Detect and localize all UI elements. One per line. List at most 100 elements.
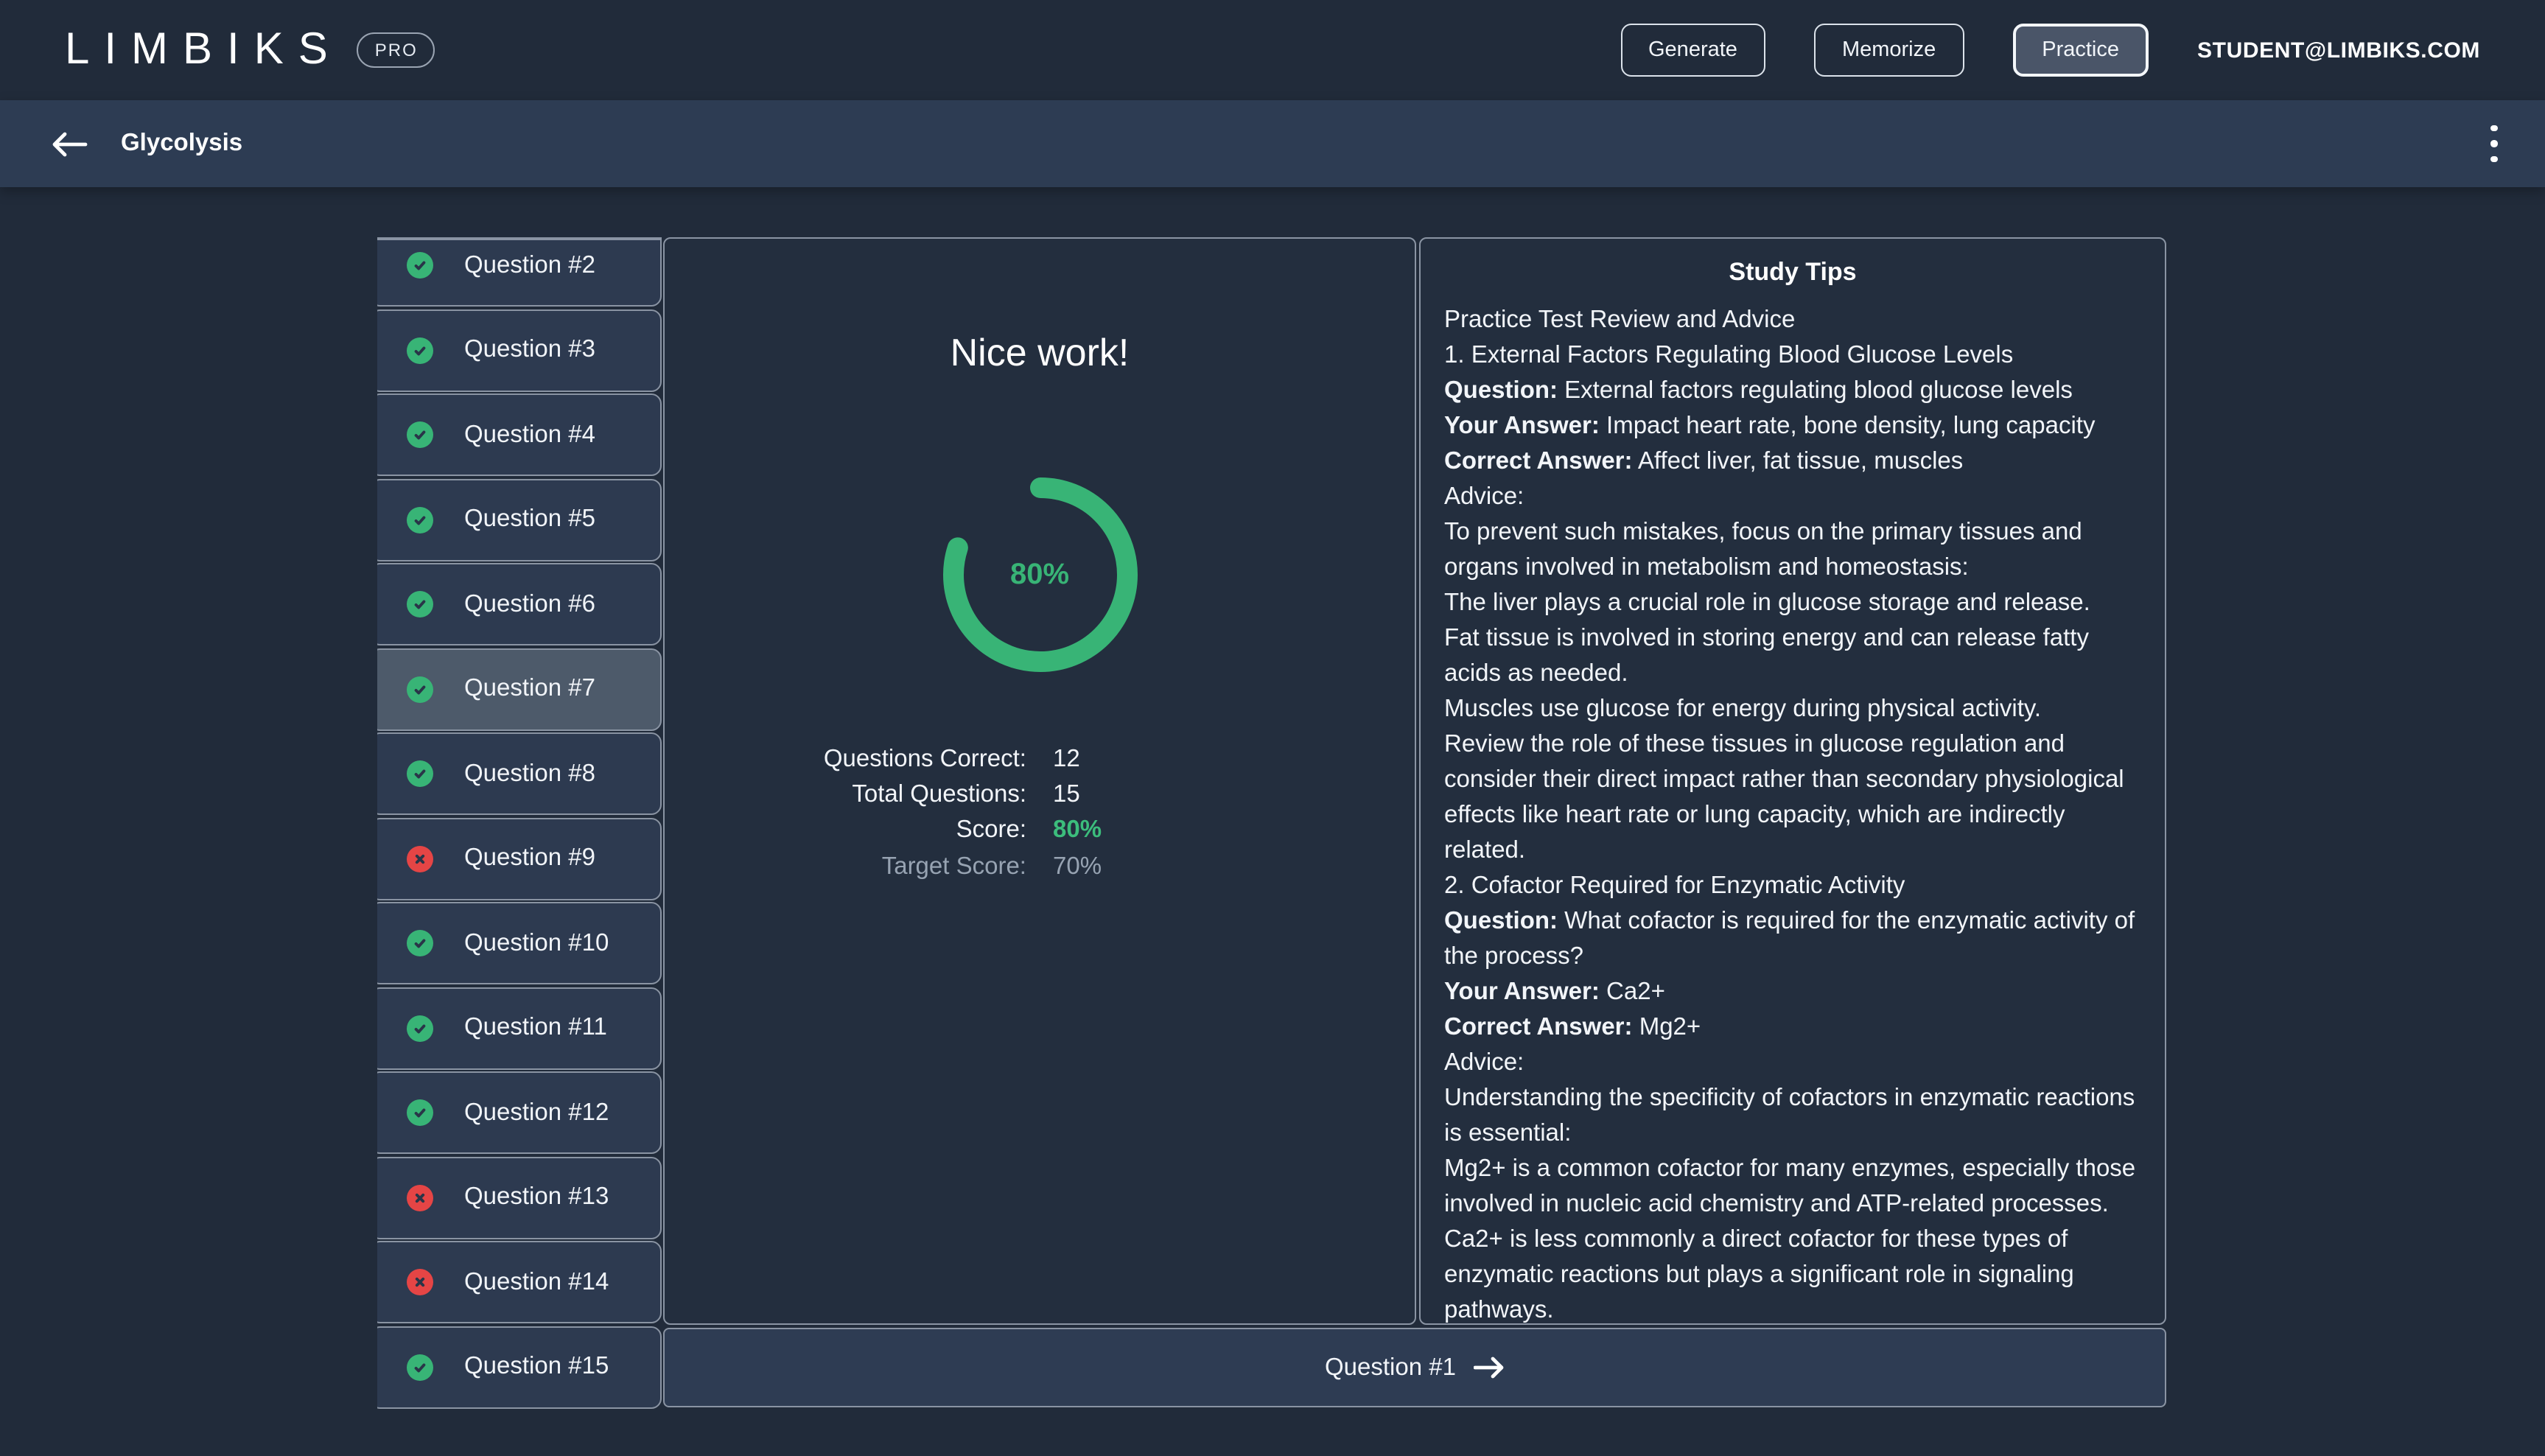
top-bar: LIMBIKS PRO Generate Memorize Practice STU… <box>0 0 2545 100</box>
question-label: Question #5 <box>464 505 595 533</box>
back-button[interactable] <box>44 123 94 164</box>
generate-button[interactable]: Generate <box>1620 24 1765 77</box>
stat-value: 70% <box>1040 848 1415 883</box>
question-label: Question #9 <box>464 844 595 872</box>
stat-label: Score: <box>665 813 1040 848</box>
top-actions: Generate Memorize Practice STUDENT@LIMBIKS… <box>1620 24 2480 77</box>
stat-row: Target Score: 70% <box>665 848 1415 883</box>
study-tip-line: Correct Answer: Mg2+ <box>1444 1009 2143 1045</box>
study-tip-line: Your Answer: Impact heart rate, bone den… <box>1444 408 2143 444</box>
next-question-label: Question #1 <box>1325 1354 1456 1382</box>
question-list-item[interactable]: Question #8 <box>377 732 662 815</box>
question-list-inner: Question #2 Question #3 Question #4 Ques… <box>377 237 662 1408</box>
question-list-item[interactable]: Question #14 <box>377 1241 662 1323</box>
question-list-item[interactable]: Question #12 <box>377 1071 662 1154</box>
study-tip-line: 1. External Factors Regulating Blood Glu… <box>1444 337 2143 373</box>
question-label: Question #3 <box>464 336 595 364</box>
user-email[interactable]: STUDENT@LIMBIKS.COM <box>2197 38 2480 63</box>
check-icon <box>407 506 433 533</box>
question-list: Question #2 Question #3 Question #4 Ques… <box>377 237 662 1410</box>
stat-value: 80% <box>1040 813 1415 848</box>
study-tip-line: Advice: <box>1444 1045 2143 1080</box>
check-icon <box>407 1354 433 1380</box>
app: LIMBIKS PRO Generate Memorize Practice STU… <box>0 0 2545 1456</box>
results-panel: Nice work! 80% Questions Correct: 12 Tot… <box>663 237 1416 1325</box>
check-icon <box>407 1015 433 1041</box>
stat-value: 15 <box>1040 777 1415 812</box>
x-icon <box>407 845 433 872</box>
study-tip-line: To prevent such mistakes, focus on the p… <box>1444 514 2143 585</box>
app-logo: LIMBIKS <box>65 25 343 75</box>
study-tip-line: Mg2+ is a common cofactor for many enzym… <box>1444 1151 2143 1222</box>
study-tips-title: Study Tips <box>1421 258 2165 287</box>
stat-label: Questions Correct: <box>665 741 1040 777</box>
study-tip-line: Your Answer: Ca2+ <box>1444 974 2143 1009</box>
kebab-menu-button[interactable] <box>2482 116 2507 172</box>
kebab-vertical-icon <box>2491 125 2498 131</box>
study-tips-panel: Study Tips Practice Test Review and Advi… <box>1419 237 2166 1325</box>
check-icon <box>407 421 433 448</box>
check-icon <box>407 591 433 617</box>
check-icon <box>407 337 433 363</box>
score-stats: Questions Correct: 12 Total Questions: 1… <box>665 741 1415 884</box>
question-list-item[interactable]: Question #10 <box>377 902 662 984</box>
stat-label: Total Questions: <box>665 777 1040 812</box>
question-list-item[interactable]: Question #13 <box>377 1156 662 1239</box>
question-list-item[interactable]: Question #6 <box>377 563 662 645</box>
question-label: Question #10 <box>464 929 609 957</box>
pro-badge: PRO <box>357 32 435 68</box>
study-tip-line: Review the role of these tissues in gluc… <box>1444 727 2143 868</box>
study-tip-line: Understanding the specificity of cofacto… <box>1444 1080 2143 1151</box>
question-label: Question #11 <box>464 1014 607 1042</box>
x-icon <box>407 1184 433 1211</box>
study-tip-line: The liver plays a crucial role in glucos… <box>1444 585 2143 620</box>
deck-title: Glycolysis <box>121 130 242 158</box>
question-list-item[interactable]: Question #11 <box>377 987 662 1069</box>
score-donut-label: 80% <box>929 464 1150 685</box>
question-label: Question #13 <box>464 1183 609 1211</box>
stat-value: 12 <box>1040 741 1415 777</box>
check-icon <box>407 760 433 787</box>
question-list-item[interactable]: Question #2 <box>377 237 662 307</box>
study-tip-line: Advice: <box>1444 479 2143 514</box>
check-icon <box>407 676 433 702</box>
top-nav-buttons: Generate Memorize Practice <box>1620 24 2149 77</box>
arrow-left-icon <box>50 129 88 158</box>
question-list-item[interactable]: Question #7 <box>377 648 662 730</box>
stat-row: Total Questions: 15 <box>665 777 1415 812</box>
question-label: Question #6 <box>464 590 595 618</box>
study-tip-line: Muscles use glucose for energy during ph… <box>1444 691 2143 727</box>
check-icon <box>407 930 433 956</box>
question-list-item[interactable]: Question #5 <box>377 478 662 561</box>
question-list-item[interactable]: Question #3 <box>377 309 662 391</box>
sub-nav: Glycolysis <box>0 100 2545 187</box>
x-icon <box>407 1269 433 1295</box>
question-list-item[interactable]: Question #9 <box>377 817 662 900</box>
question-label: Question #7 <box>464 675 595 703</box>
check-icon <box>407 1099 433 1126</box>
practice-button[interactable]: Practice <box>2012 24 2149 77</box>
study-tip-line: Ca2+ is less commonly a direct cofactor … <box>1444 1222 2143 1325</box>
results-title: Nice work! <box>951 330 1130 376</box>
stat-row: Score: 80% <box>665 813 1415 848</box>
stat-row: Questions Correct: 12 <box>665 741 1415 777</box>
question-list-item[interactable]: Question #4 <box>377 393 662 476</box>
study-tip-line: Question: What cofactor is required for … <box>1444 903 2143 974</box>
study-tip-line: Question: External factors regulating bl… <box>1444 373 2143 408</box>
study-tips-body: Practice Test Review and Advice1. Extern… <box>1421 302 2165 1325</box>
study-tip-line: 2. Cofactor Required for Enzymatic Activ… <box>1444 868 2143 903</box>
question-label: Question #12 <box>464 1099 609 1127</box>
study-tip-line: Correct Answer: Affect liver, fat tissue… <box>1444 444 2143 479</box>
arrow-right-icon <box>1474 1356 1505 1379</box>
question-label: Question #15 <box>464 1353 609 1381</box>
check-icon <box>407 252 433 279</box>
study-tip-line: Fat tissue is involved in storing energy… <box>1444 620 2143 691</box>
question-label: Question #14 <box>464 1268 609 1296</box>
question-label: Question #4 <box>464 421 595 449</box>
study-tip-line: Practice Test Review and Advice <box>1444 302 2143 337</box>
question-label: Question #8 <box>464 760 595 788</box>
question-label: Question #2 <box>464 251 595 279</box>
question-list-item[interactable]: Question #15 <box>377 1326 662 1408</box>
next-question-button[interactable]: Question #1 <box>663 1328 2166 1407</box>
memorize-button[interactable]: Memorize <box>1814 24 1964 77</box>
